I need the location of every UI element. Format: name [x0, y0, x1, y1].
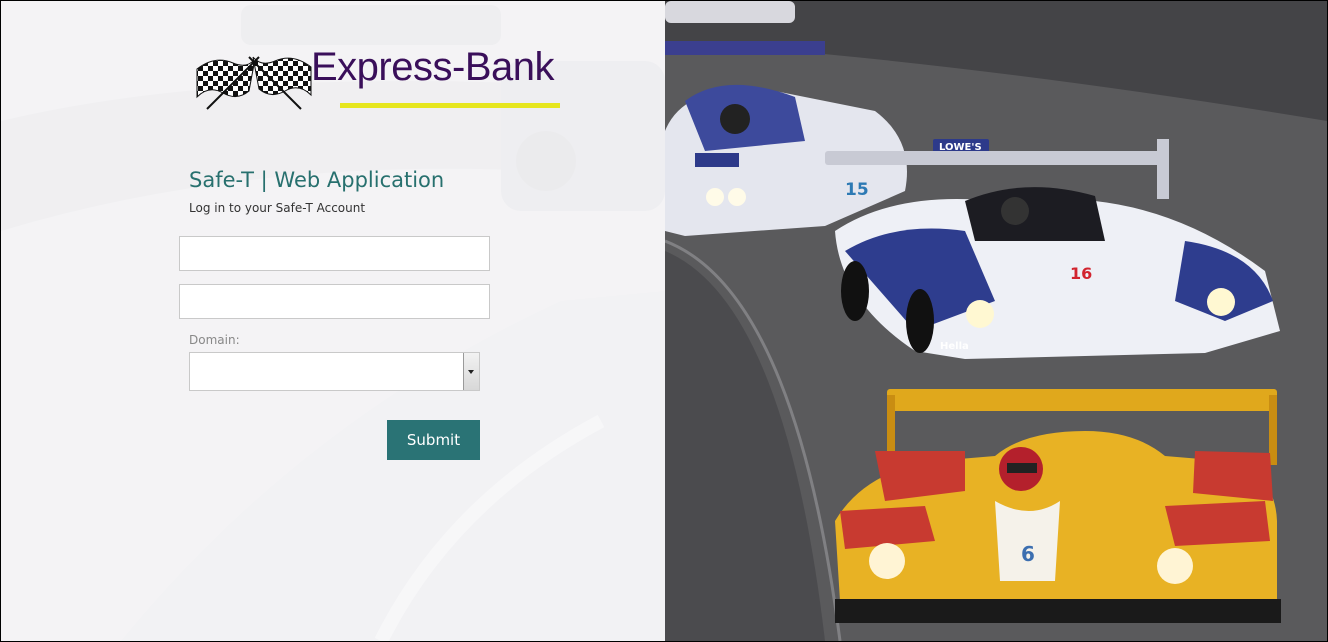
page-title: Safe-T | Web Application — [189, 168, 445, 192]
brand-name: Express-Bank — [311, 45, 554, 89]
car-15-number: 15 — [845, 180, 869, 200]
car-6-number: 6 — [1021, 542, 1035, 566]
domain-select[interactable] — [189, 352, 480, 391]
login-panel: Express-Bank Safe-T | Web Application Lo… — [1, 1, 665, 641]
submit-button[interactable]: Submit — [387, 420, 480, 460]
car-16-number: 16 — [1070, 264, 1092, 283]
chevron-down-icon[interactable] — [463, 353, 479, 390]
race-cars-photo: 15 LOWE'S 16 Hella 6 — [665, 1, 1327, 641]
car-16-sponsor: Hella — [940, 341, 969, 352]
page-subtitle: Log in to your Safe-T Account — [189, 201, 366, 215]
checkered-flags-icon — [196, 56, 312, 110]
password-input[interactable] — [179, 284, 490, 319]
domain-label: Domain: — [189, 333, 240, 347]
brand-logo: Express-Bank — [193, 45, 563, 115]
login-page: Express-Bank Safe-T | Web Application Lo… — [0, 0, 1328, 642]
username-input[interactable] — [179, 236, 490, 271]
brand-underline — [340, 103, 560, 108]
